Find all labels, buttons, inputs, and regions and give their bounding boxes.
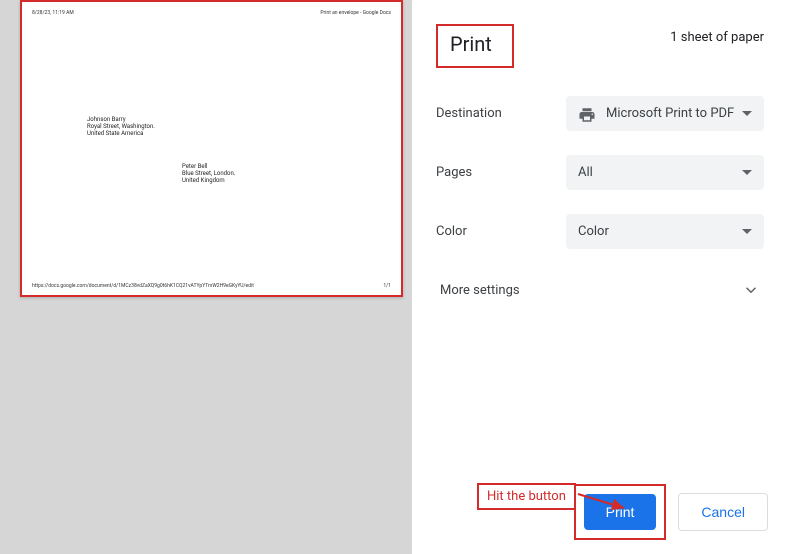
annotation-print-box: Print <box>574 484 667 540</box>
return-address: Johnson Barry Royal Street, Washington. … <box>87 116 155 138</box>
chevron-down-icon <box>742 111 752 116</box>
annotation-hit-label: Hit the button <box>477 483 576 510</box>
page-title: Print <box>450 32 492 56</box>
printer-icon <box>578 106 596 121</box>
preview-timestamp: 8/28/23, 11:19 AM <box>32 10 74 16</box>
chevron-down-icon <box>742 170 752 175</box>
annotation-title-box: Print <box>436 24 514 68</box>
chevron-down-icon <box>742 229 752 234</box>
preview-footer-url: https://docs.google.com/document/d/1MCz3… <box>32 283 254 289</box>
color-label: Color <box>436 224 566 239</box>
pages-value: All <box>578 165 593 180</box>
print-button[interactable]: Print <box>584 494 657 530</box>
print-preview-panel: 8/28/23, 11:19 AM Print an envelope - Go… <box>0 0 412 554</box>
destination-label: Destination <box>436 106 566 121</box>
preview-page-num: 1/1 <box>383 283 391 289</box>
sheet-count: 1 sheet of paper <box>670 30 764 45</box>
cancel-button[interactable]: Cancel <box>678 493 768 531</box>
more-settings-label: More settings <box>440 283 520 298</box>
chevron-down-icon <box>742 281 760 299</box>
color-select[interactable]: Color <box>566 214 764 249</box>
recipient-address: Peter Bell Blue Street, London. United K… <box>182 163 235 185</box>
destination-value: Microsoft Print to PDF <box>606 106 734 121</box>
print-settings-panel: Print 1 sheet of paper Destination Micro… <box>412 0 788 554</box>
preview-doc-title: Print an envelope - Google Docs <box>320 10 391 16</box>
preview-page: 8/28/23, 11:19 AM Print an envelope - Go… <box>20 0 403 297</box>
pages-select[interactable]: All <box>566 155 764 190</box>
color-value: Color <box>578 224 609 239</box>
more-settings-toggle[interactable]: More settings <box>436 273 764 307</box>
destination-select[interactable]: Microsoft Print to PDF <box>566 96 764 131</box>
pages-label: Pages <box>436 165 566 180</box>
